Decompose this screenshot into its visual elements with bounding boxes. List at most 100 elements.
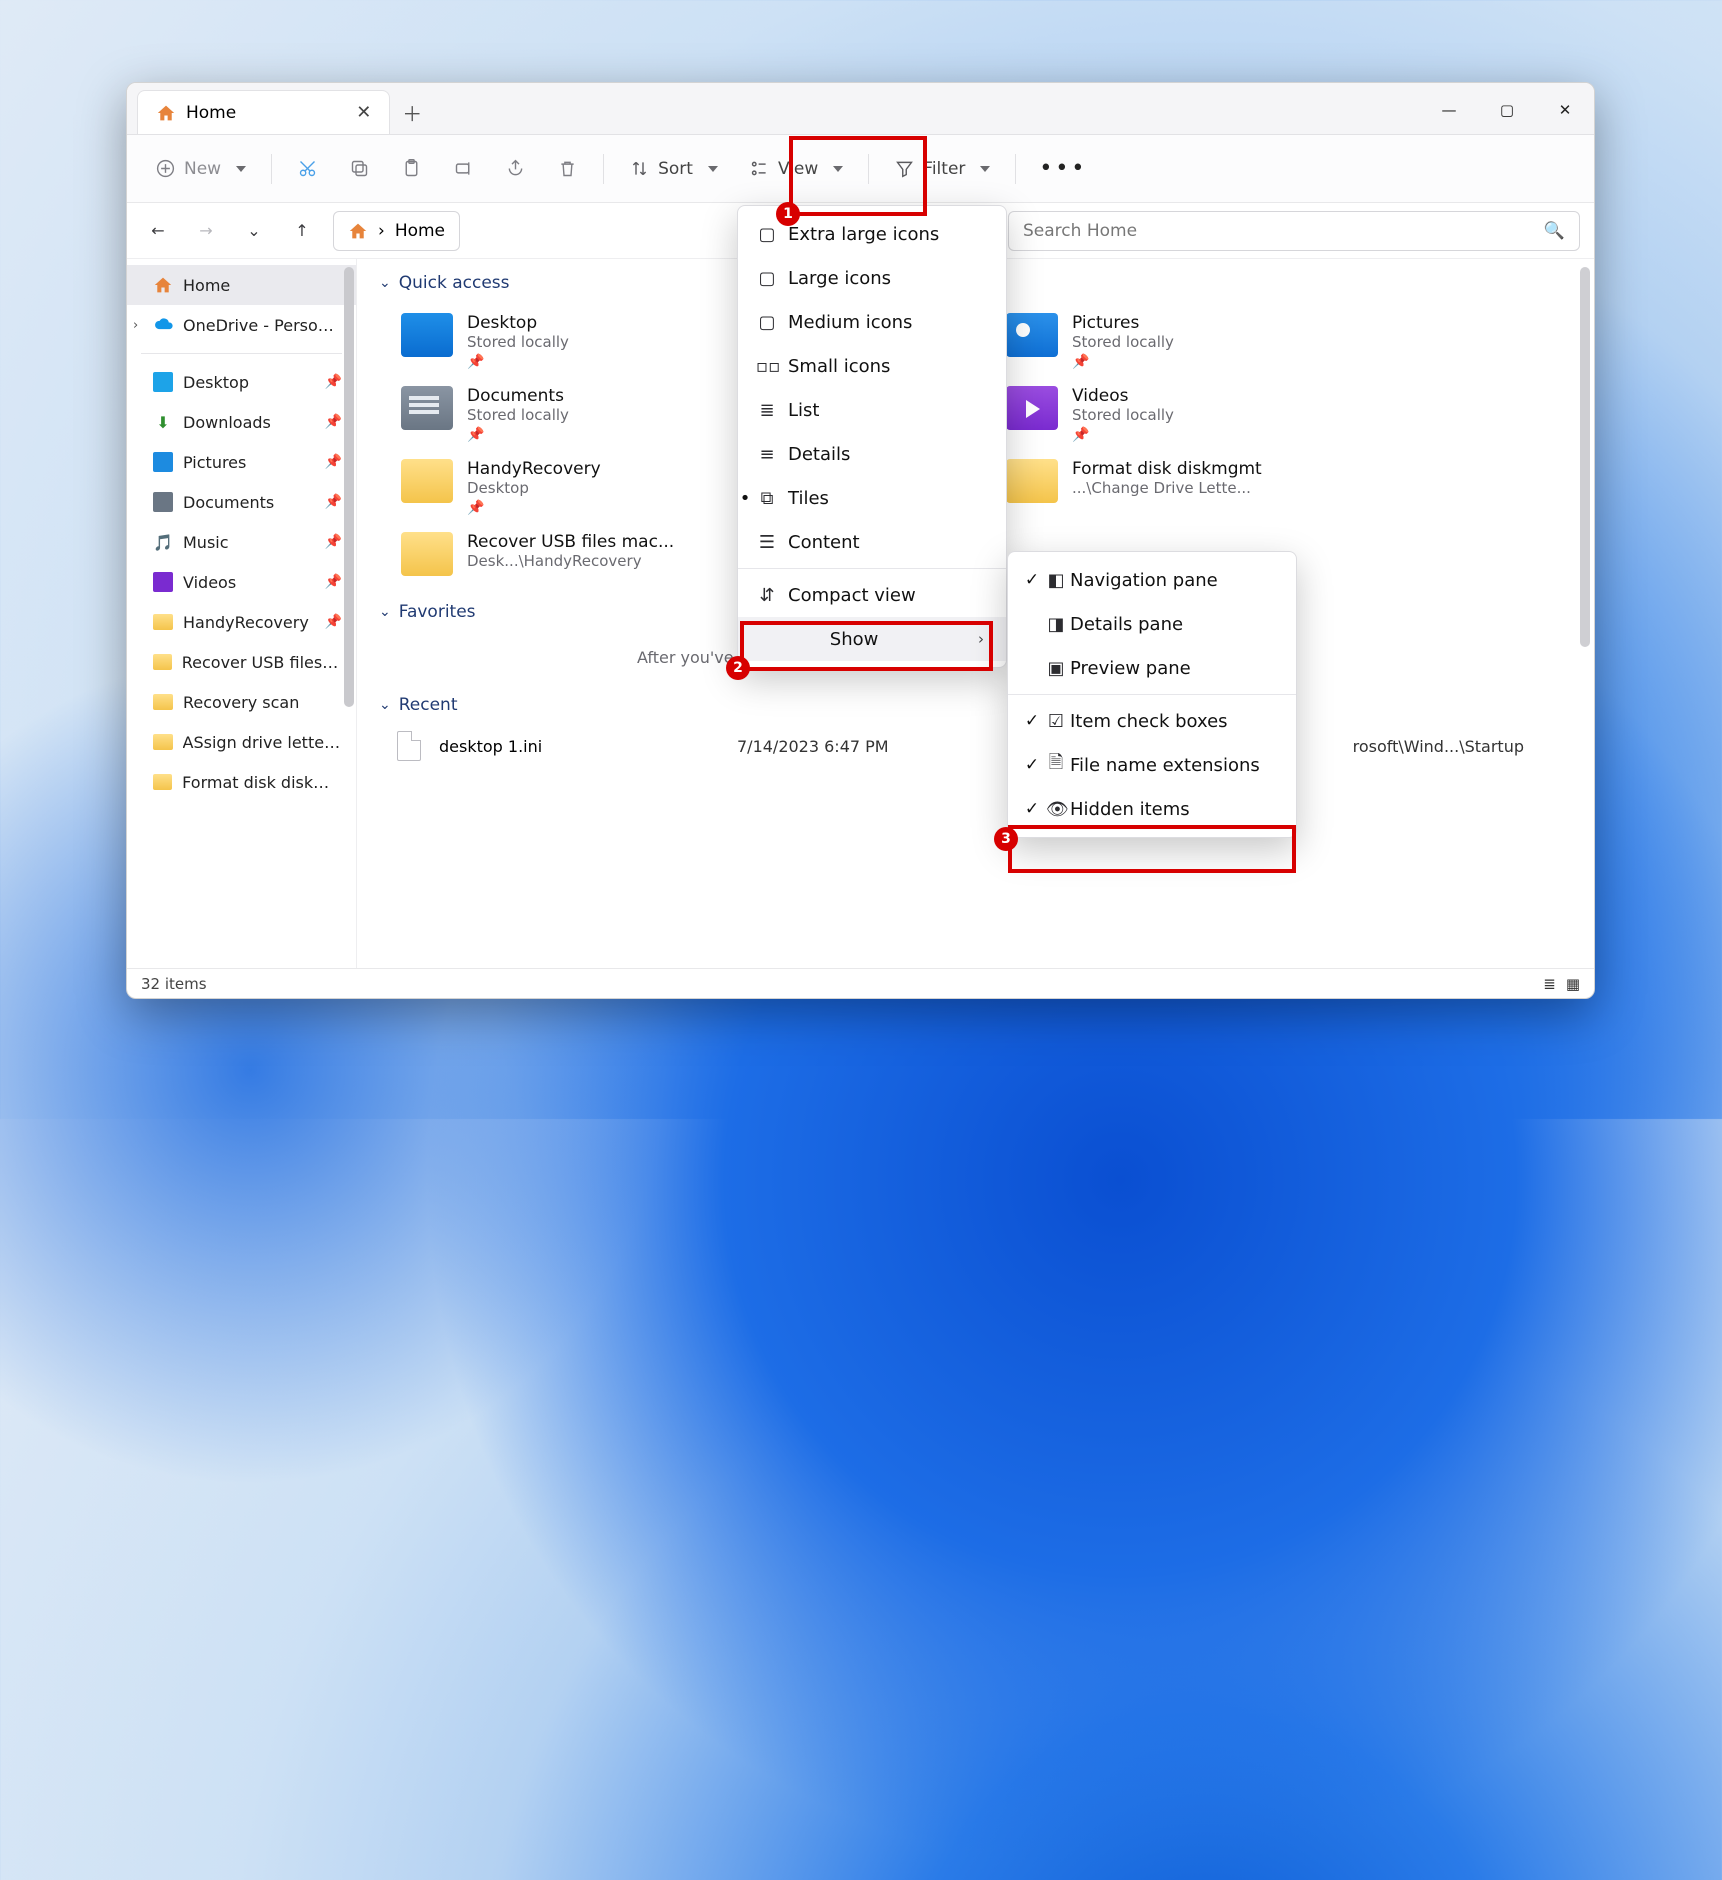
breadcrumb-sep: › xyxy=(378,221,385,241)
search-icon: 🔍 xyxy=(1544,221,1565,241)
menu-label: Show xyxy=(830,629,879,650)
pin-icon: 📌 xyxy=(325,534,342,550)
close-button[interactable]: ✕ xyxy=(1536,86,1594,134)
rename-button[interactable] xyxy=(439,150,488,187)
quick-tile-format-disk[interactable]: Format disk diskmgmt...\Change Drive Let… xyxy=(1002,451,1347,524)
new-tab-button[interactable]: ＋ xyxy=(390,90,434,134)
section-label: Favorites xyxy=(399,602,476,622)
submenu-details-pane[interactable]: ◨Details pane xyxy=(1008,602,1296,646)
sidebar-item-recovery-scan[interactable]: Recovery scan xyxy=(127,682,356,722)
section-recent[interactable]: ⌄ Recent xyxy=(357,681,1594,723)
menu-show[interactable]: Show› xyxy=(738,617,1006,661)
sidebar-item-documents[interactable]: Documents📌 xyxy=(127,482,356,522)
menu-tiles[interactable]: •⧉Tiles xyxy=(738,476,1006,520)
compact-icon: ⇵ xyxy=(756,585,778,606)
pin-icon: 📌 xyxy=(325,494,342,510)
sidebar-item-home[interactable]: Home xyxy=(127,265,356,305)
menu-medium-icons[interactable]: ▢Medium icons xyxy=(738,300,1006,344)
chevron-down-icon: ⌄ xyxy=(379,697,391,713)
menu-large-icons[interactable]: ▢Large icons xyxy=(738,256,1006,300)
delete-button[interactable] xyxy=(543,150,592,187)
sidebar-item-label: Desktop xyxy=(183,373,249,392)
sidebar-item-videos[interactable]: Videos📌 xyxy=(127,562,356,602)
recent-row[interactable]: desktop 1.ini 7/14/2023 6:47 PM rosoft\W… xyxy=(357,723,1594,769)
search-input[interactable]: Search Home 🔍 xyxy=(1008,211,1580,251)
sidebar-item-pictures[interactable]: Pictures📌 xyxy=(127,442,356,482)
quick-tile-documents[interactable]: DocumentsStored locally📌 xyxy=(397,378,742,451)
paste-button[interactable] xyxy=(387,150,436,187)
tile-title: Videos xyxy=(1072,386,1174,406)
copy-button[interactable] xyxy=(335,150,384,187)
rename-icon xyxy=(453,158,474,179)
quick-tile-handyrecovery[interactable]: HandyRecoveryDesktop📌 xyxy=(397,451,742,524)
back-button[interactable]: ← xyxy=(141,214,175,248)
menu-details[interactable]: ≡Details xyxy=(738,432,1006,476)
window-controls: — ▢ ✕ xyxy=(1420,86,1594,134)
menu-content[interactable]: ☰Content xyxy=(738,520,1006,564)
menu-small-icons[interactable]: ▫▫ Small icons xyxy=(738,344,1006,388)
tile-title: Pictures xyxy=(1072,313,1174,333)
quick-tile-recover-usb[interactable]: Recover USB files mac...Desk...\HandyRec… xyxy=(397,524,742,584)
quick-tile-desktop[interactable]: DesktopStored locally📌 xyxy=(397,305,742,378)
sort-icon xyxy=(629,158,650,179)
sidebar-scrollbar[interactable] xyxy=(344,267,354,707)
menu-list[interactable]: ≣List xyxy=(738,388,1006,432)
submenu-file-extensions[interactable]: ✓🗎File name extensions xyxy=(1008,743,1296,787)
sidebar-item-downloads[interactable]: ⬇Downloads📌 xyxy=(127,402,356,442)
sidebar-item-format-disk[interactable]: Format disk diskmgn xyxy=(127,762,356,802)
main-scrollbar[interactable] xyxy=(1580,267,1590,647)
recent-locations-button[interactable]: ⌄ xyxy=(237,214,271,248)
check-icon: ✓ xyxy=(1022,755,1042,775)
sidebar-item-handyrecovery[interactable]: HandyRecovery📌 xyxy=(127,602,356,642)
sidebar-item-label: HandyRecovery xyxy=(183,613,309,632)
search-placeholder: Search Home xyxy=(1023,221,1137,241)
sort-button[interactable]: Sort xyxy=(615,150,732,187)
thumbnails-view-toggle[interactable]: ▦ xyxy=(1566,975,1580,993)
details-view-toggle[interactable]: ≣ xyxy=(1543,975,1556,993)
submenu-item-checkboxes[interactable]: ✓☑Item check boxes xyxy=(1008,699,1296,743)
folder-icon xyxy=(153,614,173,630)
desktop-icon xyxy=(153,372,173,392)
submenu-preview-pane[interactable]: ▣Preview pane xyxy=(1008,646,1296,690)
menu-label: Compact view xyxy=(788,585,916,606)
more-button[interactable]: ••• xyxy=(1027,156,1099,181)
breadcrumb[interactable]: › Home xyxy=(333,211,460,251)
copy-icon xyxy=(349,158,370,179)
menu-label: Small icons xyxy=(788,356,890,377)
tile-sub: ...\Change Drive Lette... xyxy=(1072,479,1262,497)
filter-button[interactable]: Filter xyxy=(880,150,1004,187)
folder-icon xyxy=(401,386,453,430)
expand-icon[interactable]: › xyxy=(133,318,138,333)
forward-button[interactable]: → xyxy=(189,214,223,248)
menu-separator xyxy=(738,568,1006,569)
new-button[interactable]: New xyxy=(141,150,260,187)
sidebar-item-onedrive[interactable]: › OneDrive - Personal xyxy=(127,305,356,345)
small-icon: ▫▫ xyxy=(756,356,778,377)
new-label: New xyxy=(184,159,221,179)
breadcrumb-location: Home xyxy=(395,221,445,241)
tile-title: Desktop xyxy=(467,313,569,333)
view-button[interactable]: View xyxy=(735,150,857,187)
sidebar-item-assign-drive[interactable]: ASsign drive letter d xyxy=(127,722,356,762)
sidebar-item-desktop[interactable]: Desktop 📌 xyxy=(127,362,356,402)
pin-icon: 📌 xyxy=(325,374,342,390)
menu-separator xyxy=(1008,694,1296,695)
up-button[interactable]: ↑ xyxy=(285,214,319,248)
medium-icon: ▢ xyxy=(756,312,778,333)
share-button[interactable] xyxy=(491,150,540,187)
quick-tile-pictures[interactable]: PicturesStored locally📌 xyxy=(1002,305,1347,378)
menu-label: Extra large icons xyxy=(788,224,939,245)
quick-tile-videos[interactable]: VideosStored locally📌 xyxy=(1002,378,1347,451)
maximize-button[interactable]: ▢ xyxy=(1478,86,1536,134)
minimize-button[interactable]: — xyxy=(1420,86,1478,134)
sidebar-item-recover-usb[interactable]: Recover USB files ma xyxy=(127,642,356,682)
tab-close-icon[interactable]: ✕ xyxy=(356,102,371,123)
cut-button[interactable] xyxy=(283,150,332,187)
submenu-navigation-pane[interactable]: ✓◧Navigation pane xyxy=(1008,558,1296,602)
menu-compact-view[interactable]: ⇵ Compact view xyxy=(738,573,1006,617)
filter-label: Filter xyxy=(923,159,965,179)
sidebar-item-music[interactable]: 🎵Music📌 xyxy=(127,522,356,562)
submenu-hidden-items[interactable]: ✓👁Hidden items xyxy=(1008,787,1296,831)
menu-label: Hidden items xyxy=(1070,799,1190,820)
tab-home[interactable]: Home ✕ xyxy=(137,90,390,134)
